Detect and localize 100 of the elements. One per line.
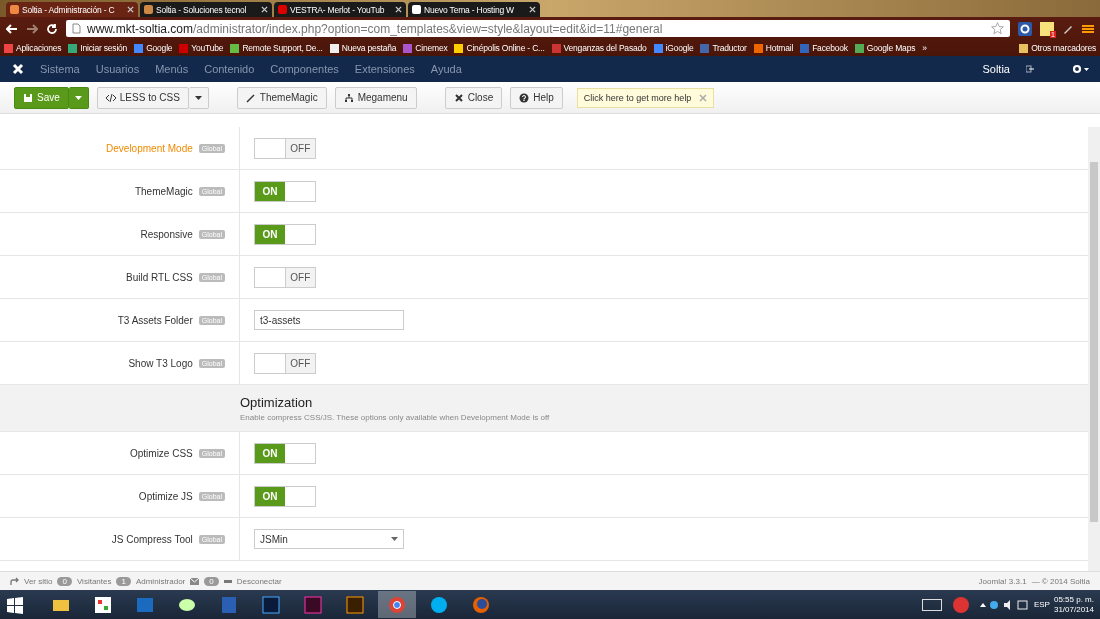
scrollbar[interactable] — [1088, 127, 1100, 571]
browser-tab[interactable]: Soltia - Soluciones tecnol — [140, 2, 272, 17]
browser-tab[interactable]: VESTRA- Merlot - YouTub — [274, 2, 406, 17]
code-icon — [105, 92, 116, 103]
tab-favicon — [278, 5, 287, 14]
start-icon[interactable] — [6, 595, 24, 614]
alert-icon[interactable] — [951, 595, 970, 614]
settings-icon[interactable] — [1072, 64, 1090, 74]
toggle-switch[interactable]: OFF — [254, 137, 316, 159]
field-label: Optimize JS — [138, 490, 193, 502]
bookmark[interactable]: Iniciar sesión — [68, 43, 128, 53]
joomla-logo-icon[interactable] — [12, 63, 24, 75]
caret-icon — [74, 95, 82, 100]
bookmark[interactable]: Venganzas del Pasado — [551, 43, 647, 53]
close-icon[interactable] — [127, 6, 134, 13]
field-label: T3 Assets Folder — [117, 314, 193, 326]
toolbar-button[interactable]: Help — [510, 86, 563, 109]
square-icon — [345, 594, 365, 615]
toolbar-button[interactable]: ThemeMagic — [236, 86, 327, 109]
close-icon[interactable] — [261, 6, 268, 13]
toolbar-button[interactable]: Close — [444, 86, 503, 109]
menu-item[interactable]: Ayuda — [430, 63, 462, 75]
reload-icon[interactable] — [46, 22, 58, 35]
browser-tab[interactable]: Soltia - Administración - C — [6, 2, 138, 17]
bookmark-folder[interactable]: Otros marcadores — [1019, 43, 1096, 53]
bookmark[interactable]: YouTube — [179, 43, 224, 53]
bookmark[interactable]: Cinemex — [403, 43, 448, 53]
logout-icon[interactable] — [1026, 65, 1034, 73]
keyboard-icon[interactable] — [921, 598, 942, 611]
wand-icon — [245, 92, 256, 103]
help-tip[interactable]: Click here to get more help — [576, 87, 715, 108]
toggle-switch[interactable]: OFF — [254, 352, 316, 374]
apps-icon — [93, 594, 113, 615]
bookmark[interactable]: iGoogle — [653, 43, 694, 53]
minus-icon — [223, 579, 232, 583]
logout-link[interactable]: Desconectar — [236, 576, 282, 586]
square-icon — [261, 594, 281, 615]
section-description: Enable compress CSS/JS. These options only available when Development Mode is off — [240, 412, 551, 422]
text-field[interactable]: t3-assets — [254, 310, 404, 330]
dropdown-button[interactable] — [188, 86, 209, 109]
bookmark[interactable]: Hotmail — [753, 43, 794, 53]
menu-item[interactable]: Extensiones — [354, 63, 415, 75]
tab-favicon — [412, 5, 421, 14]
toolbar-button[interactable]: LESS to CSS — [96, 86, 189, 109]
tab-favicon — [144, 5, 153, 14]
menu-item[interactable]: Usuarios — [95, 63, 140, 75]
menu-icon[interactable] — [1082, 22, 1094, 35]
gear-icon[interactable] — [1018, 21, 1032, 36]
bookmark[interactable]: Google — [134, 43, 173, 53]
caret-icon — [194, 95, 202, 100]
toolbar-button[interactable]: Megamenu — [334, 86, 417, 109]
user-menu[interactable]: Soltia — [982, 63, 1010, 75]
language-indicator[interactable]: ESP — [1033, 600, 1050, 609]
bookmark[interactable]: Nueva pestaña — [329, 43, 397, 53]
sitemap-icon — [343, 92, 354, 103]
close-icon — [453, 92, 464, 103]
tray-icons[interactable] — [979, 599, 1030, 610]
help-icon — [519, 92, 530, 103]
version-text: Joomla! 3.3.1 — [978, 576, 1027, 586]
bookmark[interactable]: Google Maps — [854, 43, 916, 53]
field-label: Build RTL CSS — [126, 271, 193, 283]
bookmark[interactable]: Cinépolis Online - C... — [454, 43, 545, 53]
field-label: ThemeMagic — [134, 185, 193, 197]
section-title: Optimization — [240, 394, 314, 410]
caret-icon — [391, 537, 398, 541]
clock[interactable]: 05:55 p. m. 31/07/2014 — [1053, 594, 1094, 615]
share-icon[interactable] — [10, 577, 19, 585]
browser-tab[interactable]: Nuevo Tema - Hosting W — [408, 2, 540, 17]
menu-item[interactable]: Menús — [155, 63, 189, 75]
bookmark[interactable]: Facebook — [800, 43, 848, 53]
address-field[interactable]: www.mkt-soltia.com/administrator/index.php?option=com_templates&view=style&layout=edit&id=11#general — [66, 20, 1010, 37]
menu-item[interactable]: Sistema — [40, 63, 80, 75]
count-badge: 1 — [116, 576, 131, 586]
field-label: Responsive — [140, 228, 193, 240]
count-badge: 0 — [57, 576, 72, 586]
close-icon[interactable] — [395, 6, 402, 13]
square-icon — [303, 594, 323, 615]
dropdown-button[interactable] — [68, 86, 89, 109]
menu-item[interactable]: Contenido — [204, 63, 255, 75]
close-icon[interactable] — [529, 6, 536, 13]
page-icon — [72, 23, 81, 34]
bookmark[interactable]: Traductor — [700, 43, 747, 53]
menu-item[interactable]: Componentes — [270, 63, 339, 75]
floppy-icon — [23, 92, 33, 103]
admins-label: Administrador — [135, 576, 186, 586]
select-field[interactable]: JSMin — [254, 529, 404, 549]
bookmark[interactable]: Aplicaciones — [4, 43, 62, 53]
view-site-link[interactable]: Ver sitio — [24, 576, 53, 586]
copyright-text: — © 2014 Soltia — [1031, 576, 1090, 586]
toggle-switch[interactable]: OFF — [254, 266, 316, 288]
overflow-button[interactable]: » — [922, 43, 927, 53]
back-icon[interactable] — [6, 23, 18, 34]
note-icon — [1040, 21, 1054, 36]
field-label: JS Compress Tool — [111, 533, 193, 545]
star-icon[interactable] — [991, 22, 1004, 35]
tab-favicon — [10, 5, 19, 14]
count-badge: 0 — [204, 576, 219, 586]
bookmark[interactable]: Remote Support, De... — [230, 43, 323, 53]
forward-icon[interactable] — [26, 23, 38, 34]
field-label: Development Mode — [106, 142, 193, 154]
